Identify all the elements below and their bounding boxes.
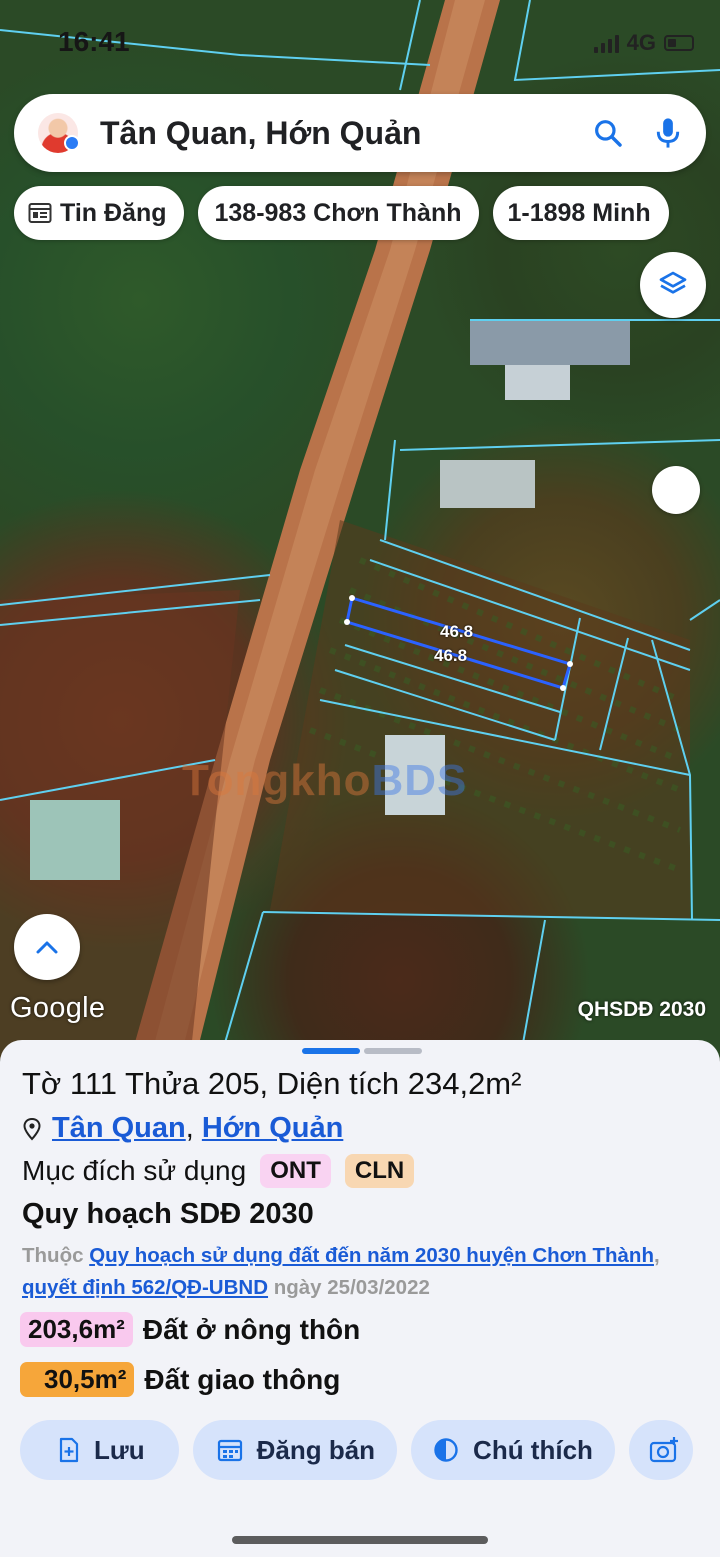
plan-heading: Quy hoạch SDĐ 2030: [22, 1198, 314, 1230]
chip-parcel-2[interactable]: 1-1898 Minh: [493, 186, 669, 240]
home-indicator[interactable]: [232, 1536, 488, 1544]
parcel-dimension-label: 46.8: [434, 646, 468, 665]
status-indicators: 4G: [593, 30, 694, 56]
parcel-dimension-label: 46.8: [440, 622, 474, 641]
save-label: Lưu: [94, 1434, 145, 1465]
plan-separator: ,: [653, 1244, 660, 1267]
sheet-handle[interactable]: [302, 1048, 422, 1054]
purpose-tag-cln: CLN: [344, 1154, 415, 1188]
purpose-label: Mục đích sử dụng: [22, 1155, 247, 1186]
action-bar: Lưu Đăng bán Chú thích: [20, 1420, 693, 1480]
chip-label: 1-1898 Minh: [507, 198, 651, 227]
battery-icon: [664, 35, 694, 51]
area-value: 203,6m²: [20, 1312, 133, 1347]
plan-description: Thuộc Quy hoạch sử dụng đất đến năm 2030…: [22, 1240, 712, 1304]
legend-button[interactable]: Chú thích: [411, 1420, 615, 1480]
chip-tin-dang[interactable]: Tin Đăng: [14, 186, 185, 240]
plan-date: ngày 25/03/2022: [273, 1276, 430, 1299]
parcel-location: Tân Quan, Hớn Quản: [22, 1112, 343, 1145]
overlay-plan-label: QHSDĐ 2030: [577, 998, 706, 1021]
chip-label: Tin Đăng: [60, 198, 167, 227]
chevron-up-icon: [36, 941, 58, 954]
land-use-purpose: Mục đích sử dụng ONT CLN: [22, 1154, 415, 1188]
watermark-text-b: BDS: [371, 756, 468, 805]
search-icon[interactable]: [586, 111, 630, 155]
signal-icon: [593, 33, 619, 53]
network-type: 4G: [626, 30, 656, 55]
save-doc-icon: [59, 1437, 79, 1463]
area-label: Đất ở nông thôn: [142, 1313, 361, 1345]
watermark-text-a: Tongkho: [182, 756, 372, 805]
post-sale-button[interactable]: Đăng bán: [192, 1420, 398, 1480]
chip-label: 138-983 Chơn Thành: [214, 198, 462, 227]
add-photo-button[interactable]: [628, 1420, 693, 1480]
expand-up-button[interactable]: [14, 914, 80, 980]
layers-button[interactable]: [640, 252, 706, 318]
map-control-button[interactable]: [652, 466, 700, 514]
area-label: Đất giao thông: [144, 1363, 341, 1395]
contrast-icon: [434, 1438, 458, 1462]
status-bar: 16:41 4G: [0, 22, 720, 62]
post-sale-label: Đăng bán: [256, 1434, 376, 1465]
save-button[interactable]: Lưu: [20, 1420, 179, 1480]
chip-parcel-1[interactable]: 138-983 Chơn Thành: [198, 186, 480, 240]
decision-link[interactable]: quyết định 562/QĐ-UBND: [22, 1276, 268, 1299]
area-row-residential: 203,6m² Đất ở nông thôn: [20, 1312, 360, 1347]
watermark: TongkhoBDS: [182, 756, 467, 806]
layers-icon: [659, 271, 687, 294]
avatar[interactable]: [38, 113, 80, 153]
plan-link[interactable]: Quy hoạch sử dụng đất đến năm 2030 huyện…: [89, 1244, 654, 1267]
location-pin-icon: [23, 1117, 41, 1140]
filter-chips: Tin Đăng 138-983 Chơn Thành 1-1898 Minh: [14, 186, 669, 240]
purpose-tag-ont: ONT: [260, 1154, 331, 1188]
news-icon: [28, 203, 52, 223]
area-row-traffic: 30,5m² Đất giao thông: [20, 1362, 340, 1397]
parcel-title: Tờ 111 Thửa 205, Diện tích 234,2m²: [22, 1066, 522, 1101]
status-time: 16:41: [58, 26, 130, 57]
commune-link[interactable]: Tân Quan: [52, 1112, 186, 1145]
calendar-icon: [217, 1439, 242, 1462]
add-photo-icon: [649, 1437, 678, 1463]
parcel-info-sheet[interactable]: Tờ 111 Thửa 205, Diện tích 234,2m² Tân Q…: [0, 1040, 720, 1557]
area-value: 30,5m²: [20, 1362, 135, 1397]
microphone-icon[interactable]: [646, 111, 690, 155]
google-logo: Google: [10, 992, 106, 1024]
plan-prefix: Thuộc: [22, 1244, 84, 1267]
search-query[interactable]: Tân Quan, Hớn Quản: [100, 115, 586, 152]
legend-label: Chú thích: [473, 1434, 593, 1465]
district-link[interactable]: Hớn Quản: [202, 1112, 343, 1145]
search-bar[interactable]: Tân Quan, Hớn Quản: [14, 94, 706, 172]
